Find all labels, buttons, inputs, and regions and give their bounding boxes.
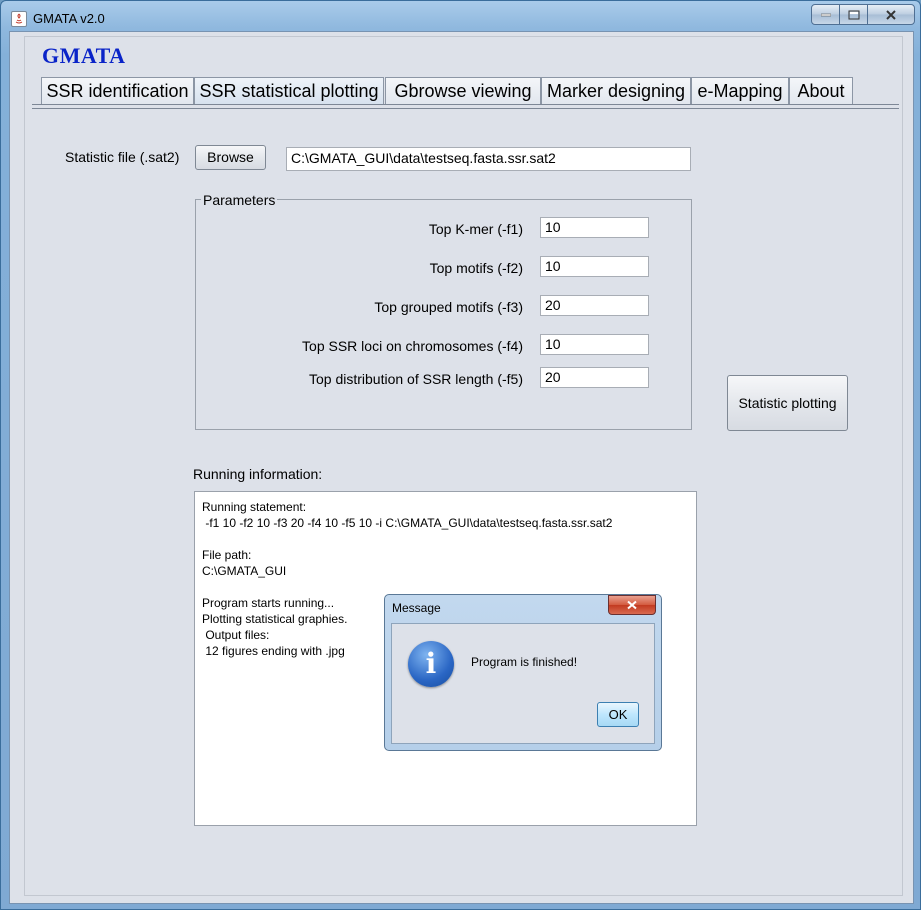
param-label-f2: Top motifs (-f2) [429, 260, 523, 276]
param-label-f4: Top SSR loci on chromosomes (-f4) [302, 338, 523, 354]
param-input-f5[interactable]: 20 [540, 367, 649, 388]
param-label-f1: Top K-mer (-f1) [428, 221, 523, 237]
dialog-message: Program is finished! [471, 655, 578, 669]
param-label-f3: Top grouped motifs (-f3) [374, 299, 523, 315]
param-input-f2[interactable]: 10 [540, 256, 649, 277]
statistic-file-label: Statistic file (.sat2) [65, 149, 180, 165]
run-line: Program starts running... [202, 596, 335, 610]
info-icon: i [408, 641, 454, 687]
dialog-close-button[interactable] [608, 595, 656, 615]
java-app-icon [11, 11, 27, 27]
maximize-button[interactable] [839, 4, 868, 25]
parameters-legend: Parameters [201, 192, 278, 208]
param-input-f4[interactable]: 10 [540, 334, 649, 355]
browse-button[interactable]: Browse [195, 145, 266, 170]
window-title: GMATA v2.0 [33, 11, 105, 26]
tab-e-mapping[interactable]: e-Mapping [691, 77, 789, 105]
tab-gbrowse-viewing[interactable]: Gbrowse viewing [385, 77, 541, 105]
statistic-file-input[interactable]: C:\GMATA_GUI\data\testseq.fasta.ssr.sat2 [286, 147, 691, 171]
run-line: 12 figures ending with .jpg [202, 644, 345, 658]
ok-button[interactable]: OK [597, 702, 639, 727]
maximize-icon [848, 10, 859, 19]
tab-marker-designing[interactable]: Marker designing [541, 77, 691, 105]
run-line: File path: [202, 548, 252, 562]
statistic-plotting-button[interactable]: Statistic plotting [727, 375, 848, 431]
message-dialog: Message i Program is finished! OK [384, 594, 662, 751]
minimize-button[interactable] [811, 4, 840, 25]
param-input-f3[interactable]: 20 [540, 295, 649, 316]
close-button[interactable] [867, 4, 915, 25]
close-icon [627, 600, 637, 610]
minimize-icon [820, 13, 831, 16]
brand-logo: GMATA [42, 43, 126, 68]
dialog-title: Message [392, 601, 441, 615]
run-line: -f1 10 -f2 10 -f3 20 -f4 10 -f5 10 -i C:… [202, 516, 613, 530]
run-line: Running statement: [202, 500, 307, 514]
tab-ssr-statistical-plotting[interactable]: SSR statistical plotting [194, 77, 384, 105]
run-line: C:\GMATA_GUI [202, 564, 287, 578]
running-info-label: Running information: [193, 466, 323, 482]
close-icon [886, 9, 896, 20]
dialog-body: i Program is finished! OK [391, 623, 655, 744]
tab-ssr-identification[interactable]: SSR identification [41, 77, 194, 105]
run-line: Plotting statistical graphies. [202, 612, 348, 626]
run-line: Output files: [202, 628, 270, 642]
tab-about[interactable]: About [789, 77, 853, 105]
tab-separator [32, 104, 899, 109]
param-label-f5: Top distribution of SSR length (-f5) [309, 371, 523, 387]
title-bar[interactable]: GMATA v2.0 [1, 1, 920, 35]
param-input-f1[interactable]: 10 [540, 217, 649, 238]
